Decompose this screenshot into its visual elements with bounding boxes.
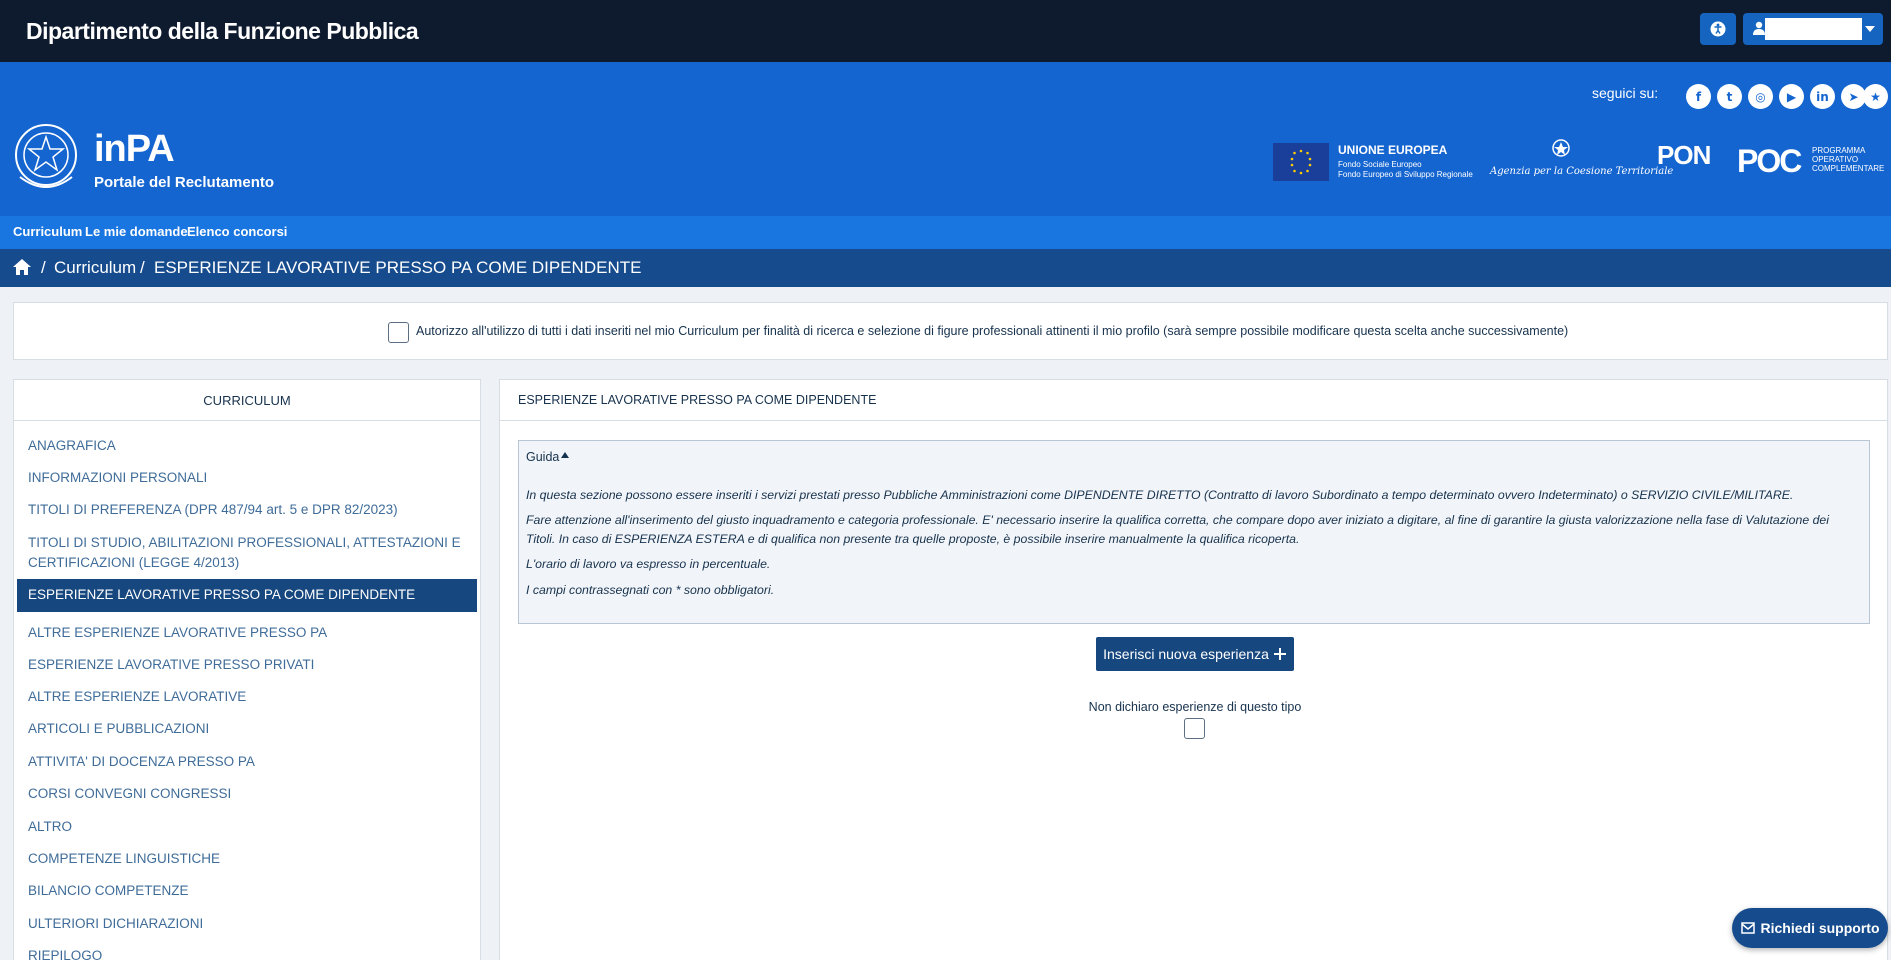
eu-fund-line-2: Fondo Europeo di Sviluppo Regionale <box>1338 170 1473 179</box>
department-brand[interactable]: Dipartimento della Funzione Pubblica <box>26 18 419 45</box>
no-declare-checkbox[interactable] <box>1184 718 1205 739</box>
guide-box: Guida In questa sezione possono essere i… <box>518 440 1870 624</box>
sidebar-item-ulteriori-dichiarazioni[interactable]: ULTERIORI DICHIARAZIONI <box>17 909 477 939</box>
guide-line-3: L'orario di lavoro va espresso in percen… <box>526 557 771 571</box>
guide-line-4: I campi contrassegnati con * sono obblig… <box>526 583 775 597</box>
sidebar-item-esperienze-privati[interactable]: ESPERIENZE LAVORATIVE PRESSO PRIVATI <box>17 650 477 680</box>
nav-item-elenco-concorsi[interactable]: Elenco concorsi <box>187 224 287 239</box>
star-icon[interactable]: ★ <box>1863 84 1888 109</box>
support-label: Richiedi supporto <box>1760 920 1880 936</box>
agency-seal-icon <box>1552 139 1570 157</box>
linkedin-icon[interactable]: in <box>1810 84 1835 109</box>
nav-item-curriculum[interactable]: Curriculum <box>13 224 82 239</box>
add-experience-button[interactable]: Inserisci nuova esperienza <box>1096 637 1294 671</box>
breadcrumb-current: ESPERIENZE LAVORATIVE PRESSO PA COME DIP… <box>154 258 642 277</box>
sidebar-item-articoli[interactable]: ARTICOLI E PUBBLICAZIONI <box>17 714 477 744</box>
sidebar-item-bilancio-competenze[interactable]: BILANCIO COMPETENZE <box>17 876 477 906</box>
main-content: ESPERIENZE LAVORATIVE PRESSO PA COME DIP… <box>499 379 1888 960</box>
breadcrumb-separator: / <box>140 258 145 277</box>
sidebar-item-titoli-preferenza[interactable]: TITOLI DI PREFERENZA (DPR 487/94 art. 5 … <box>17 495 477 525</box>
poc-text-line-1: PROGRAMMA <box>1812 146 1866 155</box>
poc-text-line-3: COMPLEMENTARE <box>1812 164 1885 173</box>
breadcrumb-separator: / <box>41 258 46 277</box>
sidebar-item-riepilogo[interactable]: RIEPILOGO <box>17 941 477 960</box>
add-experience-label: Inserisci nuova esperienza <box>1103 646 1269 662</box>
sidebar-item-docenza[interactable]: ATTIVITA' DI DOCENZA PRESSO PA <box>17 747 477 777</box>
poc-logo: POC <box>1737 143 1802 179</box>
sidebar-item-corsi[interactable]: CORSI CONVEGNI CONGRESSI <box>17 779 477 809</box>
user-name <box>1765 18 1862 40</box>
sidebar-item-altro[interactable]: ALTRO <box>17 812 477 842</box>
pon-logo: PON <box>1657 140 1711 170</box>
agency-logo: Agenzia per la Coesione Territoriale <box>1490 166 1674 177</box>
guide-line-1: In questa sezione possono essere inserit… <box>526 488 1794 502</box>
guide-toggle[interactable]: Guida <box>526 450 559 464</box>
logo-title[interactable]: inPA <box>94 128 175 171</box>
sidebar-title: CURRICULUM <box>14 380 480 421</box>
youtube-icon[interactable]: ▶ <box>1779 84 1804 109</box>
eu-fund-line-1: Fondo Sociale Europeo <box>1338 160 1422 169</box>
nav-item-le-mie-domande[interactable]: Le mie domande <box>85 224 188 239</box>
twitter-icon[interactable]: t <box>1717 84 1742 109</box>
support-button[interactable]: Richiedi supporto <box>1732 908 1888 948</box>
poc-text-line-2: OPERATIVO <box>1812 155 1859 164</box>
consent-checkbox[interactable] <box>388 322 409 343</box>
breadcrumb: / Curriculum / ESPERIENZE LAVORATIVE PRE… <box>0 249 1891 287</box>
no-declare-label: Non dichiaro esperienze di questo tipo <box>1088 700 1302 714</box>
section-title: ESPERIENZE LAVORATIVE PRESSO PA COME DIP… <box>500 380 1887 421</box>
sidebar-item-altre-esperienze[interactable]: ALTRE ESPERIENZE LAVORATIVE <box>17 682 477 712</box>
user-icon <box>1753 21 1765 35</box>
site-header: seguici su: f t ◎ ▶ in ➤ ★ inPA Portale … <box>0 62 1891 216</box>
eu-flag-icon <box>1273 143 1329 181</box>
eu-title: UNIONE EUROPEA <box>1338 143 1448 157</box>
consent-label: Autorizzo all'utilizzo di tutti i dati i… <box>416 324 1569 338</box>
accessibility-icon <box>1710 21 1726 37</box>
plus-icon <box>1273 648 1286 660</box>
sidebar-item-altre-esperienze-pa[interactable]: ALTRE ESPERIENZE LAVORATIVE PRESSO PA <box>17 618 477 648</box>
consent-box: Autorizzo all'utilizzo di tutti i dati i… <box>13 302 1888 360</box>
user-menu-button[interactable] <box>1743 13 1883 45</box>
guide-line-2: Fare attenzione all'inserimento del gius… <box>526 513 1829 546</box>
chevron-down-icon <box>1865 26 1875 32</box>
facebook-icon[interactable]: f <box>1686 84 1711 109</box>
logo-subtitle: Portale del Reclutamento <box>94 174 275 191</box>
home-icon[interactable] <box>12 258 32 276</box>
accessibility-button[interactable] <box>1700 13 1736 45</box>
mail-icon <box>1740 922 1755 934</box>
sidebar-item-titoli-studio[interactable]: TITOLI DI STUDIO, ABILITAZIONI PROFESSIO… <box>17 528 477 578</box>
caret-up-icon[interactable] <box>561 452 569 458</box>
follow-label: seguici su: <box>1592 85 1659 101</box>
top-bar: Dipartimento della Funzione Pubblica <box>0 0 1891 62</box>
instagram-icon[interactable]: ◎ <box>1748 84 1773 109</box>
breadcrumb-curriculum[interactable]: Curriculum <box>54 258 136 278</box>
poc-text: PROGRAMMA OPERATIVO COMPLEMENTARE <box>1812 146 1884 173</box>
sidebar-item-esperienze-pa-dipendente[interactable]: ESPERIENZE LAVORATIVE PRESSO PA COME DIP… <box>17 579 477 612</box>
republic-emblem-icon <box>15 124 77 188</box>
main-nav: Curriculum Le mie domande Elenco concors… <box>0 216 1891 249</box>
sidebar-item-competenze-linguistiche[interactable]: COMPETENZE LINGUISTICHE <box>17 844 477 874</box>
sidebar-item-anagrafica[interactable]: ANAGRAFICA <box>17 431 477 461</box>
sidebar-item-informazioni-personali[interactable]: INFORMAZIONI PERSONALI <box>17 463 477 493</box>
curriculum-sidebar: CURRICULUM ANAGRAFICA INFORMAZIONI PERSO… <box>13 379 481 960</box>
